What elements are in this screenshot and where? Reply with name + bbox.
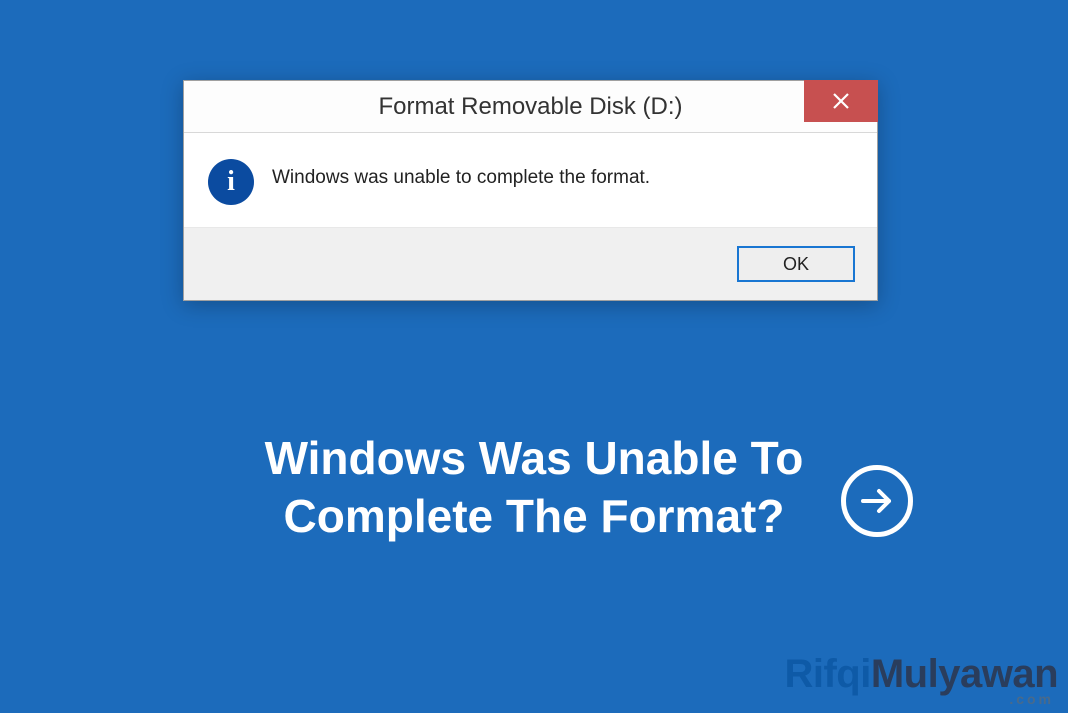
watermark-part2: Mulyawan	[871, 652, 1058, 696]
close-button[interactable]	[804, 80, 878, 122]
close-icon	[832, 92, 850, 110]
dialog-window: Format Removable Disk (D:) i Windows was…	[183, 80, 878, 301]
titlebar[interactable]: Format Removable Disk (D:)	[184, 81, 877, 133]
dialog-message: Windows was unable to complete the forma…	[272, 163, 650, 189]
arrow-right-icon	[859, 483, 895, 519]
dialog-title: Format Removable Disk (D:)	[184, 93, 877, 121]
next-arrow-button[interactable]	[841, 465, 913, 537]
info-icon-letter: i	[227, 168, 235, 196]
dialog-content: i Windows was unable to complete the for…	[184, 133, 877, 228]
watermark-part1: Rifqi	[784, 652, 870, 696]
button-area: OK	[184, 228, 877, 300]
watermark-domain: .com	[1009, 691, 1054, 707]
info-icon: i	[208, 159, 254, 205]
ok-button[interactable]: OK	[737, 246, 855, 282]
headline-text: Windows Was Unable To Complete The Forma…	[224, 430, 844, 545]
